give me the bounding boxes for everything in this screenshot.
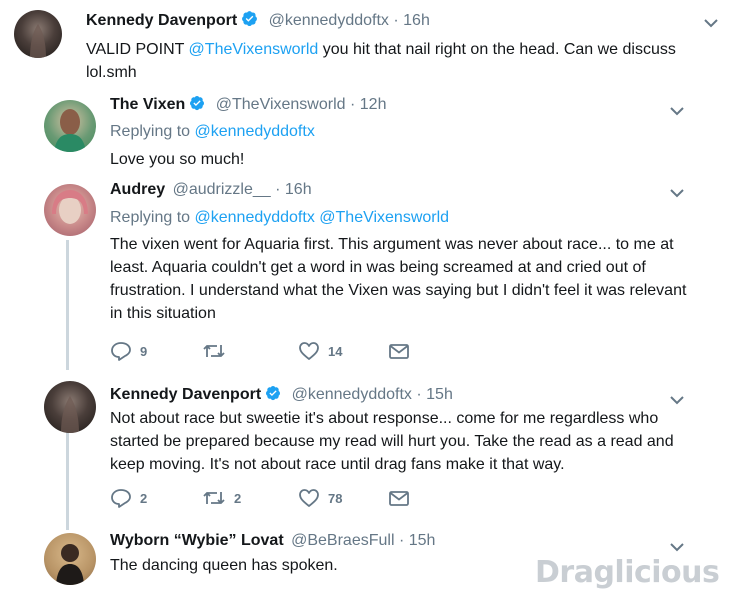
separator-dot: ·: [393, 12, 399, 29]
handle[interactable]: @BeBraesFull: [291, 532, 394, 549]
like-button[interactable]: 14: [298, 341, 342, 361]
timestamp[interactable]: 16h: [403, 12, 430, 29]
verified-badge-icon: [189, 95, 205, 116]
separator-dot: ·: [275, 181, 281, 198]
like-button[interactable]: 78: [298, 488, 342, 508]
like-count: 14: [328, 343, 343, 359]
display-name[interactable]: Audrey: [110, 181, 165, 198]
tweet-actions: 9 14: [110, 341, 430, 363]
separator-dot: ·: [416, 386, 422, 403]
tweet-header: Kennedy Davenport @kennedyddoftx · 15h: [110, 385, 453, 406]
watermark-text: Draglicious: [535, 555, 720, 590]
avatar[interactable]: [44, 100, 96, 152]
chevron-down-icon[interactable]: [669, 540, 685, 552]
handle[interactable]: @audrizzle__: [173, 181, 271, 198]
chevron-down-icon[interactable]: [669, 104, 685, 116]
verified-badge-icon: [241, 10, 258, 32]
chevron-down-icon[interactable]: [669, 393, 685, 405]
mention-link[interactable]: @TheVixensworld: [189, 41, 319, 58]
heart-icon: [298, 341, 320, 361]
chevron-down-icon[interactable]: [669, 186, 685, 198]
tweet-vixen[interactable]: The Vixen @TheVixensworld · 12h Replying…: [0, 92, 732, 178]
mention-link[interactable]: @TheVixensworld: [319, 209, 449, 226]
dm-button[interactable]: [388, 341, 410, 361]
tweet-text-part: VALID POINT: [86, 41, 189, 58]
reply-button[interactable]: 9: [110, 341, 147, 361]
envelope-icon: [388, 341, 410, 361]
chevron-down-icon[interactable]: [703, 16, 719, 28]
tweet-text: The vixen went for Aquaria first. This a…: [110, 236, 687, 322]
replying-to: Replying to @kennedyddoftx: [110, 123, 315, 141]
tweet-kennedy-1[interactable]: Kennedy Davenport @kennedyddoftx · 16h V…: [0, 0, 732, 92]
retweet-icon: [202, 341, 226, 361]
tweet-actions: 2 2 78: [110, 488, 430, 510]
display-name[interactable]: Kennedy Davenport: [86, 12, 237, 29]
retweet-icon: [202, 488, 226, 508]
tweet-header: Kennedy Davenport @kennedyddoftx · 16h: [86, 10, 430, 32]
timestamp[interactable]: 16h: [285, 181, 312, 198]
verified-badge-icon: [265, 385, 281, 406]
tweet-header: The Vixen @TheVixensworld · 12h: [110, 95, 386, 116]
separator-dot: ·: [349, 96, 356, 113]
replying-label: Replying to: [110, 123, 195, 140]
mention-link[interactable]: @kennedyddoftx: [195, 123, 315, 140]
reply-count: 9: [140, 343, 148, 359]
tweet-text: VALID POINT @TheVixensworld you hit that…: [86, 38, 706, 84]
avatar[interactable]: [44, 381, 96, 433]
tweet-header: Wyborn “Wybie” Lovat @BeBraesFull · 15h: [110, 532, 435, 550]
reply-count: 2: [140, 490, 148, 506]
handle[interactable]: @kennedyddoftx: [269, 12, 389, 29]
reply-button[interactable]: 2: [110, 488, 147, 508]
timestamp[interactable]: 15h: [426, 386, 453, 403]
tweet-kennedy-2[interactable]: Kennedy Davenport @kennedyddoftx · 15h N…: [0, 373, 732, 523]
replying-to: Replying to @kennedyddoftx @TheVixenswor…: [110, 209, 449, 227]
tweet-text: The dancing queen has spoken.: [110, 557, 338, 574]
dm-button[interactable]: [388, 488, 410, 508]
avatar[interactable]: [44, 184, 96, 236]
display-name[interactable]: Kennedy Davenport: [110, 386, 261, 403]
timestamp[interactable]: 12h: [360, 96, 387, 113]
handle[interactable]: @TheVixensworld: [216, 96, 346, 113]
like-count: 78: [328, 490, 343, 506]
envelope-icon: [388, 488, 410, 508]
reply-icon: [110, 488, 132, 508]
display-name[interactable]: Wyborn “Wybie” Lovat: [110, 532, 284, 549]
retweet-button[interactable]: 2: [202, 488, 241, 508]
separator-dot: ·: [398, 532, 405, 549]
handle[interactable]: @kennedyddoftx: [292, 386, 412, 403]
mention-link[interactable]: @kennedyddoftx: [195, 209, 315, 226]
display-name[interactable]: The Vixen: [110, 96, 185, 113]
avatar[interactable]: [14, 10, 62, 58]
tweet-text: Not about race but sweetie it's about re…: [110, 410, 674, 473]
timestamp[interactable]: 15h: [409, 532, 436, 549]
avatar[interactable]: [44, 533, 96, 585]
reply-icon: [110, 341, 132, 361]
tweet-text: Love you so much!: [110, 151, 245, 168]
retweet-count: 2: [234, 490, 242, 506]
watermark-logo: Draglicious: [535, 555, 720, 590]
retweet-button[interactable]: [202, 341, 234, 361]
tweet-header: Audrey @audrizzle__ · 16h: [110, 181, 312, 199]
tweet-audrey[interactable]: Audrey @audrizzle__ · 16h Replying to @k…: [0, 178, 732, 373]
replying-label: Replying to: [110, 209, 195, 226]
heart-icon: [298, 488, 320, 508]
